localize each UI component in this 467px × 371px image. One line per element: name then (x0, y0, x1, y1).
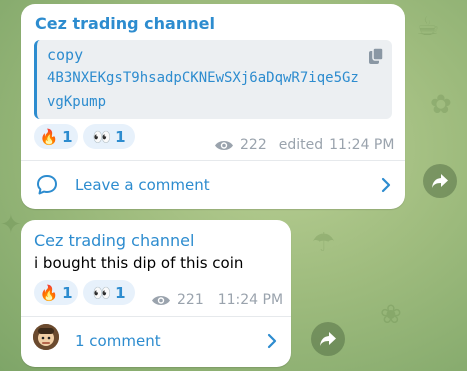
reaction-count: 1 (115, 283, 126, 302)
background-doodle: ☕ (416, 12, 440, 42)
message-text: i bought this dip of this coin (34, 254, 244, 272)
reaction-fire[interactable]: 🔥 1 (34, 124, 78, 149)
reaction-count: 1 (62, 127, 73, 146)
reaction-count: 1 (115, 127, 126, 146)
reaction-fire[interactable]: 🔥 1 (34, 280, 78, 305)
leave-comment-button[interactable]: Leave a comment (21, 162, 405, 208)
reaction-eyes[interactable]: 👀 1 (83, 124, 135, 149)
fire-icon: 🔥 (39, 283, 59, 302)
background-doodle: ❀ (380, 300, 402, 330)
timestamp: 11:24 PM (217, 292, 284, 308)
view-count: 222 (240, 137, 267, 153)
timestamp: 11:24 PM (329, 137, 395, 153)
view-count: 221 (177, 292, 204, 308)
code-line: 4B3NXEKgsT9hsadpCKNEwSXj6aDqwR7iqe5Gz (47, 70, 359, 86)
comment-icon (37, 175, 57, 195)
comments-count-label: 1 comment (75, 332, 161, 350)
edited-label: edited (278, 137, 324, 153)
comments-button[interactable]: 1 comment (21, 318, 291, 364)
fire-icon: 🔥 (39, 127, 59, 146)
reaction-count: 1 (62, 283, 73, 302)
divider (21, 160, 405, 161)
background-doodle: ☂ (312, 228, 336, 258)
code-block[interactable]: copy 4B3NXEKgsT9hsadpCKNEwSXj6aDqwR7iqe5… (34, 40, 392, 119)
divider (21, 316, 291, 317)
copy-icon[interactable] (369, 48, 383, 64)
eyes-icon: 👀 (92, 127, 112, 146)
share-button[interactable] (311, 322, 345, 356)
channel-post: Cez trading channel copy 4B3NXEKgsT9hsad… (21, 4, 405, 209)
eye-icon (215, 140, 233, 150)
code-language-label: copy (47, 46, 84, 64)
eye-icon (152, 295, 170, 305)
chevron-right-icon (381, 177, 391, 193)
share-icon (320, 332, 336, 346)
channel-name[interactable]: Cez trading channel (35, 14, 215, 33)
leave-comment-label: Leave a comment (75, 176, 210, 194)
post-meta: 222 edited 11:24 PM (214, 137, 394, 153)
reaction-eyes[interactable]: 👀 1 (83, 280, 135, 305)
background-doodle: ✦ (0, 210, 22, 240)
share-icon (432, 174, 448, 188)
post-meta: 221 11:24 PM (151, 292, 283, 308)
eyes-icon: 👀 (92, 283, 112, 302)
code-line: vgKpump (47, 94, 107, 110)
channel-post: Cez trading channel i bought this dip of… (21, 220, 291, 367)
chevron-right-icon (267, 333, 277, 349)
share-button[interactable] (423, 164, 457, 198)
channel-name[interactable]: Cez trading channel (34, 231, 194, 250)
background-doodle: ✿ (430, 90, 452, 120)
commenter-avatar (33, 324, 59, 350)
